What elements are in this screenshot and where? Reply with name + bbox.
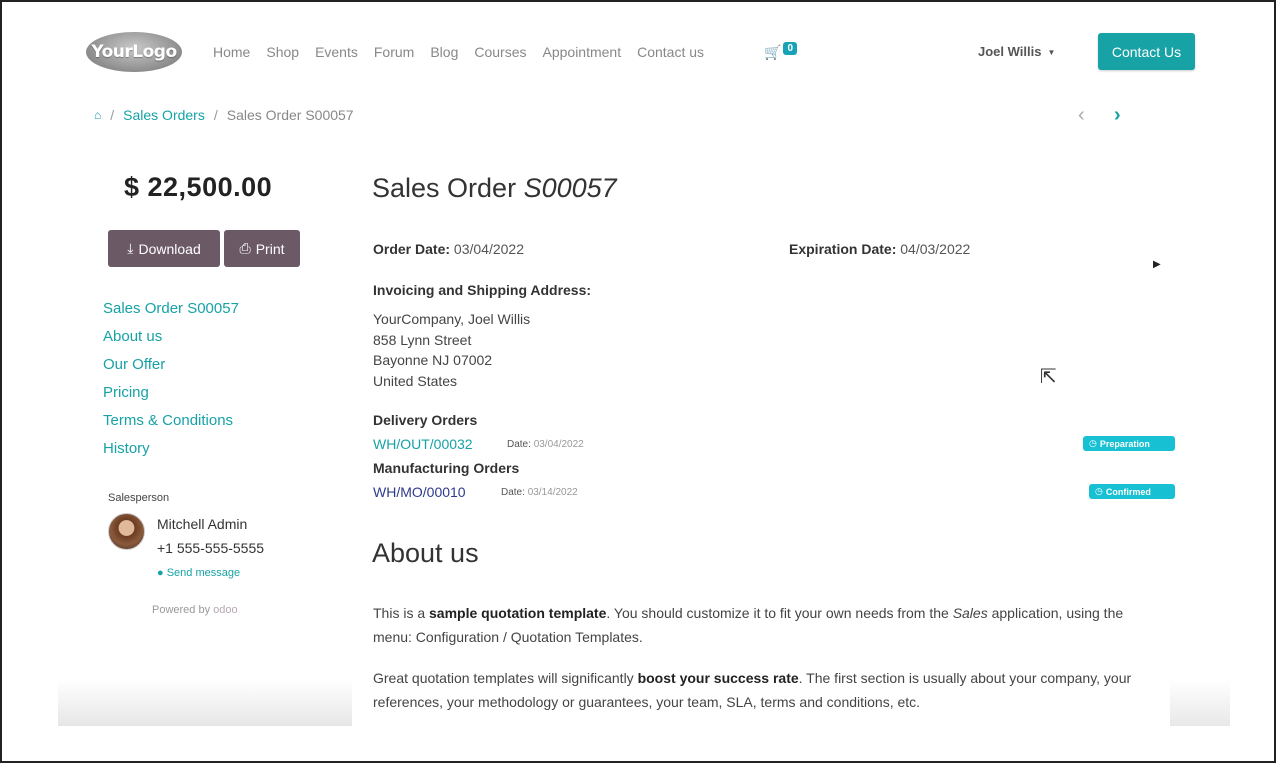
delivery-order-date: Date: 03/04/2022: [507, 439, 584, 450]
title-number: S00057: [523, 173, 617, 203]
address-label: Invoicing and Shipping Address:: [373, 282, 592, 298]
status-badge: ◷ Preparation: [1083, 436, 1175, 451]
address-line: YourCompany, Joel Willis: [373, 311, 531, 327]
toc-about-us[interactable]: About us: [103, 328, 239, 356]
manufacturing-order-date: Date: 03/14/2022: [501, 487, 578, 498]
expiration-date-value: 04/03/2022: [900, 241, 971, 257]
breadcrumb-separator: /: [110, 107, 115, 123]
contact-us-button[interactable]: Contact Us: [1098, 33, 1195, 70]
cart-count-badge: 0: [783, 42, 797, 55]
powered-by-label: Powered by: [152, 604, 211, 616]
nav-events[interactable]: Events: [315, 44, 358, 60]
toc-terms-conditions[interactable]: Terms & Conditions: [103, 412, 239, 440]
printer-icon: ⎙: [239, 240, 251, 256]
address-line: Bayonne NJ 07002: [373, 352, 493, 368]
chevron-left-icon[interactable]: ‹: [1078, 104, 1085, 127]
scroll-shade: [1170, 680, 1230, 726]
about-us-heading: About us: [372, 538, 479, 568]
clock-icon: ◷: [1095, 486, 1103, 496]
print-label: Print: [255, 240, 285, 257]
manufacturing-order-link[interactable]: WH/MO/00010: [373, 484, 466, 500]
date-value: 03/14/2022: [527, 487, 578, 498]
manufacturing-orders-label: Manufacturing Orders: [373, 460, 520, 476]
cursor-icon: ▶: [1153, 259, 1161, 270]
toc-history[interactable]: History: [103, 440, 239, 468]
download-icon: ⤓: [127, 240, 134, 256]
download-label: Download: [138, 240, 201, 257]
date-label: Date:: [501, 487, 525, 498]
odoo-logo[interactable]: odoo: [213, 604, 237, 616]
cart-icon: 🛒: [764, 44, 782, 60]
address-line: 858 Lynn Street: [373, 331, 472, 348]
address-line: United States: [373, 372, 458, 389]
send-message-label: Send message: [166, 567, 241, 579]
title-prefix: Sales Order: [372, 173, 517, 203]
address-block: YourCompany, Joel Willis 858 Lynn Street…: [373, 309, 530, 391]
about-paragraph-2: Great quotation templates will significa…: [373, 670, 1132, 710]
logo-text: YourLogo: [91, 42, 177, 62]
expiration-date-label: Expiration Date:: [789, 241, 897, 257]
order-date-label: Order Date:: [373, 241, 451, 257]
total-amount: $ 22,500.00: [124, 172, 273, 202]
powered-by: Powered by odoo: [152, 604, 238, 616]
nav-contact-us[interactable]: Contact us: [637, 44, 704, 60]
nav-appointment[interactable]: Appointment: [543, 44, 622, 60]
nav-forum[interactable]: Forum: [374, 44, 414, 60]
about-paragraph-1: This is a sample quotation template. You…: [373, 605, 1124, 645]
order-date: Order Date: 03/04/2022: [373, 241, 524, 257]
avatar: [108, 513, 145, 550]
toc-sales-order[interactable]: Sales Order S00057: [103, 300, 239, 328]
toc-our-offer[interactable]: Our Offer: [103, 356, 239, 384]
date-value: 03/04/2022: [533, 439, 584, 450]
salesperson-name: Mitchell Admin: [157, 516, 248, 532]
status-badge: ◷ Confirmed: [1089, 484, 1175, 499]
nav-home[interactable]: Home: [213, 44, 250, 60]
date-label: Date:: [507, 439, 531, 450]
mouse-pointer-icon: ⇱: [1040, 366, 1057, 388]
main-nav: Home Shop Events Forum Blog Courses Appo…: [213, 44, 704, 60]
breadcrumb-sales-orders[interactable]: Sales Orders: [123, 107, 205, 123]
nav-courses[interactable]: Courses: [474, 44, 526, 60]
expiration-date: Expiration Date: 04/03/2022: [789, 241, 970, 257]
breadcrumb-current: Sales Order S00057: [226, 107, 354, 123]
site-logo[interactable]: YourLogo: [86, 32, 182, 72]
clock-icon: ◷: [1089, 438, 1097, 448]
order-date-value: 03/04/2022: [453, 241, 524, 257]
delivery-order-link[interactable]: WH/OUT/00032: [373, 436, 473, 452]
nav-blog[interactable]: Blog: [430, 44, 458, 60]
user-name: Joel Willis: [978, 44, 1042, 59]
caret-down-icon: ▼: [1047, 48, 1056, 58]
nav-shop[interactable]: Shop: [266, 44, 299, 60]
scroll-shade: [58, 680, 352, 726]
download-button[interactable]: ⤓ Download: [108, 230, 220, 267]
print-button[interactable]: ⎙ Print: [224, 230, 300, 267]
table-of-contents: Sales Order S00057 About us Our Offer Pr…: [103, 300, 239, 468]
cart-link[interactable]: 🛒 0: [764, 42, 797, 61]
page-title: Sales Order S00057: [372, 173, 617, 204]
user-menu[interactable]: Joel Willis ▼: [978, 44, 1055, 59]
breadcrumb: ⌂ / Sales Orders / Sales Order S00057: [94, 107, 354, 123]
salesperson-label: Salesperson: [108, 492, 170, 504]
toc-pricing[interactable]: Pricing: [103, 384, 239, 412]
salesperson-phone: +1 555-555-5555: [157, 540, 265, 556]
status-badge-label: Confirmed: [1105, 486, 1151, 497]
status-badge-label: Preparation: [1099, 438, 1150, 449]
home-icon[interactable]: ⌂: [94, 108, 101, 122]
send-message-link[interactable]: ● Send message: [157, 567, 240, 579]
chevron-right-icon[interactable]: ›: [1114, 104, 1121, 127]
delivery-orders-label: Delivery Orders: [373, 412, 478, 428]
breadcrumb-separator: /: [213, 107, 218, 123]
chat-bubble-icon: ●: [157, 567, 164, 579]
